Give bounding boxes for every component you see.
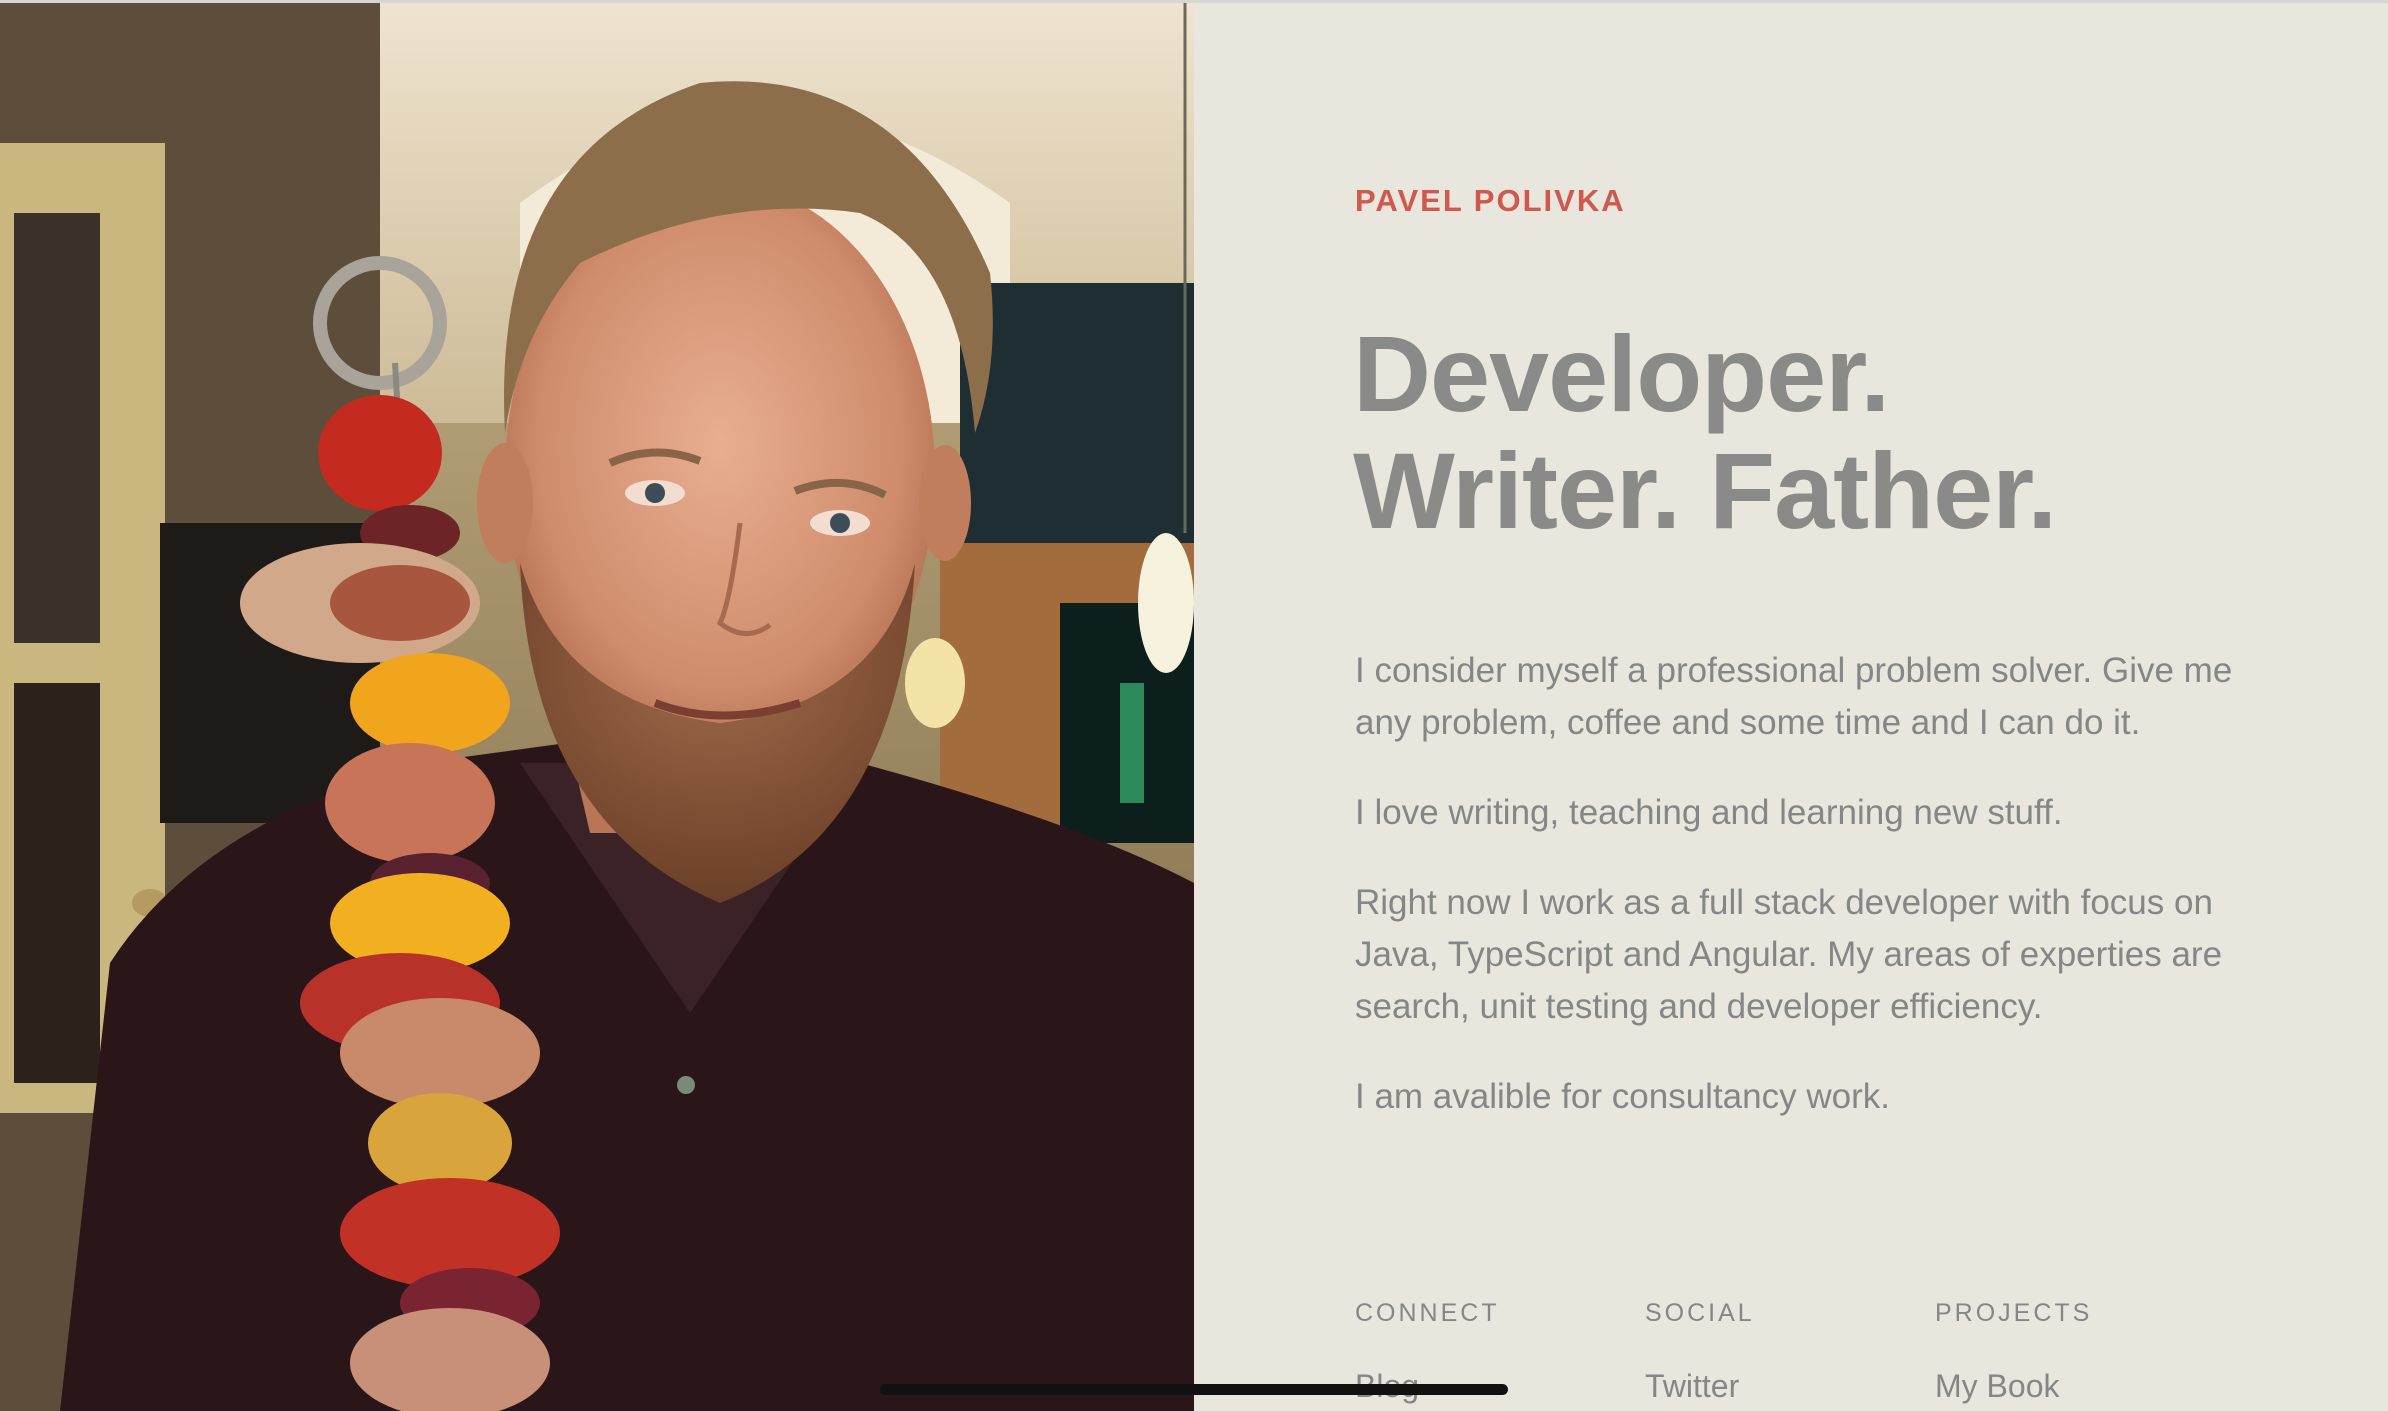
home-indicator[interactable] bbox=[880, 1384, 1508, 1395]
about-section: PAVEL POLIVKA Developer. Writer. Father.… bbox=[1194, 3, 2388, 1411]
headline-line-2: Writer. Father. bbox=[1353, 430, 2057, 551]
footer-column-social: SOCIAL Twitter bbox=[1645, 1299, 1755, 1405]
bio-paragraph: I am avalible for consultancy work. bbox=[1355, 1077, 1890, 1116]
author-name: PAVEL POLIVKA bbox=[1355, 183, 1626, 218]
profile-photo bbox=[0, 3, 1194, 1411]
headline: Developer. Writer. Father. bbox=[1353, 315, 2353, 549]
bio: I consider myself a professional problem… bbox=[1355, 645, 2255, 1161]
my-book-link[interactable]: My Book bbox=[1935, 1368, 2092, 1405]
footer-heading-connect: CONNECT bbox=[1355, 1299, 1500, 1327]
bio-paragraph: I love writing, teaching and learning ne… bbox=[1355, 793, 2063, 832]
footer-column-projects: PROJECTS My Book bbox=[1935, 1299, 2092, 1405]
bio-paragraph: Right now I work as a full stack develop… bbox=[1355, 883, 2223, 1026]
footer-heading-social: SOCIAL bbox=[1645, 1299, 1755, 1327]
headline-line-1: Developer. bbox=[1353, 313, 1890, 434]
top-rule bbox=[0, 0, 2388, 3]
bio-paragraph: I consider myself a professional problem… bbox=[1355, 651, 2233, 742]
twitter-link[interactable]: Twitter bbox=[1645, 1368, 1755, 1405]
footer-heading-projects: PROJECTS bbox=[1935, 1299, 2093, 1327]
